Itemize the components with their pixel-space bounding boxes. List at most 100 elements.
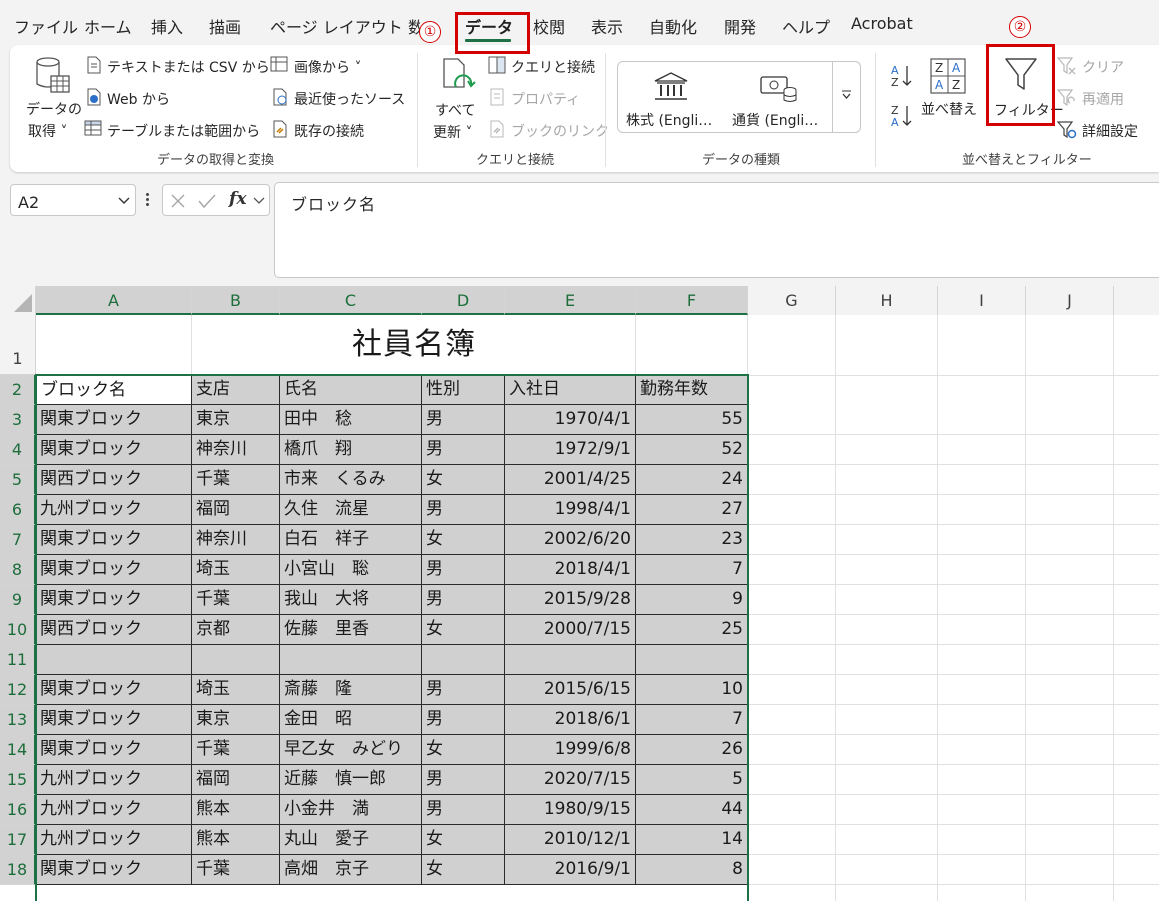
tab-formulas[interactable]: 数 — [408, 14, 420, 38]
row-header[interactable]: 8 — [0, 555, 36, 585]
cell-hire-date[interactable]: 2002/6/20 — [505, 525, 636, 555]
cell-branch[interactable]: 福岡 — [192, 765, 280, 795]
column-header-k[interactable] — [1114, 286, 1159, 315]
existing-connections-button[interactable]: 既存の接続 — [294, 121, 364, 141]
tab-acrobat[interactable]: Acrobat — [851, 14, 913, 33]
cell-gender[interactable]: 女 — [422, 525, 505, 555]
cell-years[interactable]: 10 — [636, 675, 748, 705]
cell-years[interactable]: 44 — [636, 795, 748, 825]
cell-hire-date[interactable]: 2018/6/1 — [505, 705, 636, 735]
cell-block[interactable]: 九州ブロック — [36, 765, 192, 795]
row-header[interactable]: 15 — [0, 765, 36, 795]
cell-hire-date[interactable]: 1970/4/1 — [505, 405, 636, 435]
cell-years[interactable]: 25 — [636, 615, 748, 645]
row-header[interactable]: 3 — [0, 405, 36, 435]
cell-block[interactable]: 関東ブロック — [36, 585, 192, 615]
cell-gender[interactable]: 男 — [422, 555, 505, 585]
cell-years[interactable]: 23 — [636, 525, 748, 555]
header-cell-name[interactable]: 氏名 — [280, 375, 422, 405]
row-header[interactable]: 5 — [0, 465, 36, 495]
cell-gender[interactable]: 男 — [422, 435, 505, 465]
cell-branch[interactable]: 福岡 — [192, 495, 280, 525]
cell-years[interactable]: 55 — [636, 405, 748, 435]
cell-name[interactable]: 久住 流星 — [280, 495, 422, 525]
cancel-icon[interactable] — [170, 193, 186, 209]
insert-function-button[interactable]: fx — [229, 189, 246, 209]
name-box[interactable]: A2 — [10, 184, 136, 216]
tab-help[interactable]: ヘルプ — [782, 14, 830, 38]
cell-years[interactable]: 7 — [636, 555, 748, 585]
column-header-a[interactable]: A — [36, 286, 192, 315]
cell-name[interactable]: 佐藤 里香 — [280, 615, 422, 645]
cell-gender[interactable]: 女 — [422, 825, 505, 855]
cell-name[interactable]: 丸山 愛子 — [280, 825, 422, 855]
reapply-button[interactable]: 再適用 — [1082, 89, 1124, 109]
cell-years[interactable]: 8 — [636, 855, 748, 885]
tab-page-layout[interactable]: ページ レイアウト — [270, 14, 403, 38]
cell-name[interactable]: 高畑 京子 — [280, 855, 422, 885]
cell-hire-date[interactable]: 1999/6/8 — [505, 735, 636, 765]
cell-hire-date[interactable]: 2015/6/15 — [505, 675, 636, 705]
tab-view[interactable]: 表示 — [591, 14, 623, 38]
clear-button[interactable]: クリア — [1082, 57, 1124, 77]
cell-branch[interactable]: 千葉 — [192, 585, 280, 615]
cell-gender[interactable]: 男 — [422, 675, 505, 705]
chevron-down-icon[interactable] — [118, 197, 130, 205]
cell-gender[interactable]: 女 — [422, 465, 505, 495]
header-cell-branch[interactable]: 支店 — [192, 375, 280, 405]
cell-years[interactable]: 14 — [636, 825, 748, 855]
cell-branch[interactable]: 神奈川 — [192, 435, 280, 465]
row-header[interactable]: 16 — [0, 795, 36, 825]
formula-input[interactable]: ブロック名 — [274, 182, 1159, 278]
cell-hire-date[interactable]: 2001/4/25 — [505, 465, 636, 495]
cell-block[interactable]: 関東ブロック — [36, 435, 192, 465]
cell-branch[interactable]: 神奈川 — [192, 525, 280, 555]
cell-hire-date[interactable]: 2010/12/1 — [505, 825, 636, 855]
from-picture-button[interactable]: 画像から ˅ — [294, 57, 361, 77]
from-web-button[interactable]: Web から — [107, 89, 170, 109]
row-header[interactable]: 13 — [0, 705, 36, 735]
row-header-1[interactable]: 1 — [0, 315, 36, 375]
cell-gender[interactable]: 男 — [422, 795, 505, 825]
cell-name[interactable]: 近藤 慎一郎 — [280, 765, 422, 795]
header-cell-hire-date[interactable]: 入社日 — [505, 375, 636, 405]
cell-gender[interactable]: 男 — [422, 765, 505, 795]
header-cell-years[interactable]: 勤務年数 — [636, 375, 748, 405]
cell-years[interactable]: 7 — [636, 705, 748, 735]
column-header-b[interactable]: B — [192, 286, 280, 315]
cell-block[interactable]: 関東ブロック — [36, 705, 192, 735]
row-header[interactable]: 12 — [0, 675, 36, 705]
row-header[interactable]: 17 — [0, 825, 36, 855]
cell-branch[interactable]: 埼玉 — [192, 675, 280, 705]
cell-hire-date[interactable]: 2015/9/28 — [505, 585, 636, 615]
cell-gender[interactable]: 男 — [422, 405, 505, 435]
currencies-data-type-button[interactable]: 通貨 (Engli… — [732, 110, 818, 130]
more-options-icon[interactable] — [146, 193, 150, 207]
select-all-button[interactable] — [0, 286, 36, 315]
chevron-down-icon[interactable] — [253, 197, 265, 205]
cell-branch[interactable]: 熊本 — [192, 825, 280, 855]
column-header-e[interactable]: E — [505, 286, 636, 315]
cell-block[interactable]: 関東ブロック — [36, 525, 192, 555]
cell-years[interactable]: 24 — [636, 465, 748, 495]
cell-block[interactable]: 九州ブロック — [36, 825, 192, 855]
column-header-d[interactable]: D — [422, 286, 505, 315]
cell-name[interactable]: 我山 大将 — [280, 585, 422, 615]
row-header[interactable]: 7 — [0, 525, 36, 555]
cell-years[interactable]: 52 — [636, 435, 748, 465]
row-header[interactable]: 10 — [0, 615, 36, 645]
row-header[interactable]: 11 — [0, 645, 36, 675]
column-header-f[interactable]: F — [636, 286, 748, 315]
cell-branch[interactable]: 熊本 — [192, 795, 280, 825]
cell-branch[interactable] — [192, 645, 280, 675]
cell-hire-date[interactable]: 1972/9/1 — [505, 435, 636, 465]
cell-name[interactable]: 市来 くるみ — [280, 465, 422, 495]
recent-sources-button[interactable]: 最近使ったソース — [294, 89, 405, 109]
tab-automate[interactable]: 自動化 — [649, 14, 697, 38]
cell-block[interactable]: 関東ブロック — [36, 855, 192, 885]
row-header[interactable]: 18 — [0, 855, 36, 885]
header-cell-block[interactable]: ブロック名 — [36, 375, 192, 405]
cell-block[interactable]: 九州ブロック — [36, 795, 192, 825]
row-header[interactable]: 14 — [0, 735, 36, 765]
cell-block[interactable] — [36, 645, 192, 675]
